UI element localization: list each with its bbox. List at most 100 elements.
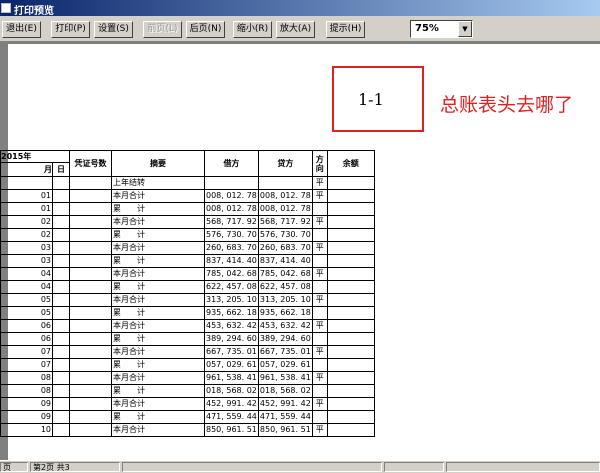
row-summary: 本月合计 — [111, 215, 205, 229]
zoom-value: 75% — [415, 23, 439, 34]
row-summary: 累 计 — [111, 280, 205, 294]
row-month: 02 — [0, 215, 53, 229]
row-debit: 576, 730. 70 — [204, 228, 259, 242]
row-debit: 313, 205. 10 — [204, 293, 259, 307]
row-voucher — [69, 384, 112, 398]
row-balance — [326, 397, 375, 411]
row-balance — [326, 267, 375, 281]
row-balance — [326, 189, 375, 203]
row-credit: 008, 012. 78 — [257, 202, 313, 216]
row-debit: 785, 042. 68 — [204, 267, 259, 281]
row-credit — [257, 176, 313, 190]
table-row: 01 本月合计 008, 012. 78 008, 012. 78 平 — [0, 189, 375, 203]
row-voucher — [69, 189, 112, 203]
table-row: 上年结转 平 — [0, 176, 375, 190]
table-row: 10 本月合计 850, 961. 51 850, 961. 51 平 — [0, 423, 375, 437]
row-direction: 平 — [311, 423, 328, 437]
table-row: 02 本月合计 568, 717. 92 568, 717. 92 平 — [0, 215, 375, 229]
row-voucher — [69, 228, 112, 242]
row-balance — [326, 254, 375, 268]
row-direction: 平 — [311, 397, 328, 411]
row-balance — [326, 202, 375, 216]
window-title: 打印预览 — [14, 6, 54, 17]
zoom-in-button[interactable]: 放大(A) — [276, 21, 315, 38]
row-month: 04 — [0, 280, 53, 294]
row-voucher — [69, 241, 112, 255]
row-direction: 平 — [311, 241, 328, 255]
row-balance — [326, 293, 375, 307]
table-row: 07 累 计 057, 029. 61 057, 029. 61 — [0, 358, 375, 372]
print-button[interactable]: 打印(P) — [51, 21, 90, 38]
row-day — [52, 371, 70, 385]
row-month: 09 — [0, 410, 53, 424]
header-day: 日 — [52, 162, 70, 177]
row-balance — [326, 332, 375, 346]
page-number-text: 1-1 — [358, 90, 384, 109]
row-summary: 本月合计 — [111, 267, 205, 281]
row-day — [52, 202, 70, 216]
row-debit: 837, 414. 40 — [204, 254, 259, 268]
row-credit: 961, 538. 41 — [257, 371, 313, 385]
row-voucher — [69, 423, 112, 437]
row-debit: 935, 662. 18 — [204, 306, 259, 320]
row-direction: 平 — [311, 267, 328, 281]
row-summary: 累 计 — [111, 254, 205, 268]
row-day — [52, 241, 70, 255]
row-day — [52, 358, 70, 372]
row-month: 08 — [0, 371, 53, 385]
row-summary: 累 计 — [111, 306, 205, 320]
row-debit: 453, 632. 42 — [204, 319, 259, 333]
status-empty-1 — [122, 462, 382, 472]
row-month: 02 — [0, 228, 53, 242]
row-credit: 576, 730. 70 — [257, 228, 313, 242]
row-credit: 018, 568. 02 — [257, 384, 313, 398]
row-day — [52, 228, 70, 242]
row-debit: 961, 538. 41 — [204, 371, 259, 385]
header-direction: 方向 — [311, 150, 328, 177]
prev-page-button[interactable]: 前页(L) — [143, 21, 182, 38]
table-row: 05 本月合计 313, 205. 10 313, 205. 10 平 — [0, 293, 375, 307]
row-day — [52, 332, 70, 346]
row-day — [52, 345, 70, 359]
row-debit: 452, 991. 42 — [204, 397, 259, 411]
row-month: 09 — [0, 397, 53, 411]
row-balance — [326, 228, 375, 242]
zoom-select[interactable]: 75% ▼ — [410, 20, 473, 38]
row-voucher — [69, 332, 112, 346]
row-voucher — [69, 202, 112, 216]
window-icon[interactable] — [1, 3, 11, 13]
row-debit: 568, 717. 92 — [204, 215, 259, 229]
row-summary: 累 计 — [111, 202, 205, 216]
next-page-button[interactable]: 后页(N) — [186, 21, 225, 38]
row-credit: 389, 294. 60 — [257, 332, 313, 346]
row-voucher — [69, 306, 112, 320]
row-direction: 平 — [311, 371, 328, 385]
row-month: 01 — [0, 202, 53, 216]
row-balance — [326, 345, 375, 359]
row-month: 05 — [0, 293, 53, 307]
row-summary: 本月合计 — [111, 189, 205, 203]
row-voucher — [69, 280, 112, 294]
row-month: 01 — [0, 189, 53, 203]
row-day — [52, 189, 70, 203]
row-credit: 057, 029. 61 — [257, 358, 313, 372]
table-row: 09 本月合计 452, 991. 42 452, 991. 42 平 — [0, 397, 375, 411]
table-row: 03 累 计 837, 414. 40 837, 414. 40 — [0, 254, 375, 268]
row-month: 06 — [0, 332, 53, 346]
settings-button[interactable]: 设置(S) — [94, 21, 133, 38]
row-credit: 935, 662. 18 — [257, 306, 313, 320]
row-summary: 本月合计 — [111, 423, 205, 437]
row-balance — [326, 280, 375, 294]
zoom-out-button[interactable]: 缩小(R) — [233, 21, 272, 38]
chevron-down-icon[interactable]: ▼ — [458, 21, 472, 37]
table-row: 04 累 计 622, 457. 08 622, 457. 08 — [0, 280, 375, 294]
row-voucher — [69, 358, 112, 372]
row-month: 08 — [0, 384, 53, 398]
row-direction: 平 — [311, 189, 328, 203]
row-voucher — [69, 254, 112, 268]
row-credit: 667, 735. 01 — [257, 345, 313, 359]
row-debit: 008, 012. 78 — [204, 202, 259, 216]
row-direction: 平 — [311, 319, 328, 333]
exit-button[interactable]: 退出(E) — [2, 21, 41, 38]
help-button[interactable]: 提示(H) — [326, 21, 365, 38]
